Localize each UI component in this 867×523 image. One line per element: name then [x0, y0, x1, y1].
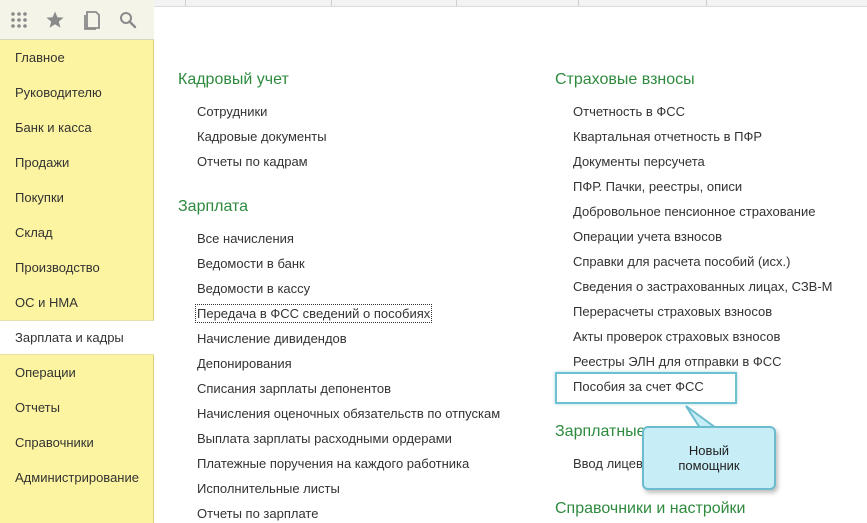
sidebar-item-operations[interactable]: Операции [0, 355, 153, 390]
strip-divider [185, 0, 186, 6]
strip-divider [706, 0, 707, 6]
link-payment-orders[interactable]: Платежные поручения на каждого работника [197, 456, 469, 471]
link-writs[interactable]: Исполнительные листы [197, 481, 340, 496]
sidebar-item-reports[interactable]: Отчеты [0, 390, 153, 425]
tab-strip [154, 0, 867, 7]
link-bank-statements[interactable]: Ведомости в банк [197, 256, 305, 271]
callout-line1: Новый [688, 443, 730, 458]
highlight-frame [555, 372, 737, 404]
link-dividends[interactable]: Начисление дивидендов [197, 331, 347, 346]
section-title-salary: Зарплата [178, 198, 249, 215]
new-assistant-callout: Новый помощник [642, 426, 776, 490]
link-vacation-liabilities[interactable]: Начисления оценочных обязательств по отп… [197, 406, 500, 421]
link-szv-m[interactable]: Сведения о застрахованных лицах, СЗВ-М [573, 279, 833, 294]
strip-divider [456, 0, 457, 6]
link-personal-accounts[interactable]: Ввод лицев [573, 456, 643, 471]
star-icon[interactable] [45, 10, 65, 30]
sidebar-item-bank[interactable]: Банк и касса [0, 110, 153, 145]
sidebar-item-sales[interactable]: Продажи [0, 145, 153, 180]
link-cash-statements[interactable]: Ведомости в кассу [197, 281, 310, 296]
link-benefit-certificates[interactable]: Справки для расчета пособий (исх.) [573, 254, 790, 269]
link-personal-docs[interactable]: Документы персучета [573, 154, 705, 169]
strip-divider [331, 0, 332, 6]
sidebar-item-main[interactable]: Главное [0, 40, 153, 75]
section-title-hr: Кадровый учет [178, 71, 289, 88]
link-contribution-ops[interactable]: Операции учета взносов [573, 229, 722, 244]
sidebar: Главное Руководителю Банк и касса Продаж… [0, 40, 154, 523]
sidebar-item-directories[interactable]: Справочники [0, 425, 153, 460]
link-fss-reporting[interactable]: Отчетность в ФСС [573, 104, 685, 119]
sidebar-item-production[interactable]: Производство [0, 250, 153, 285]
sidebar-item-fixed-assets[interactable]: ОС и НМА [0, 285, 153, 320]
sidebar-item-admin[interactable]: Администрирование [0, 460, 153, 495]
section-title-settings: Справочники и настройки [555, 500, 746, 517]
link-pfr-quarterly[interactable]: Квартальная отчетность в ПФР [573, 129, 762, 144]
link-recalculations[interactable]: Перерасчеты страховых взносов [573, 304, 772, 319]
link-hr-documents[interactable]: Кадровые документы [197, 129, 327, 144]
link-all-accruals[interactable]: Все начисления [197, 231, 294, 246]
link-eln-registers[interactable]: Реестры ЭЛН для отправки в ФСС [573, 354, 782, 369]
strip-divider [578, 0, 579, 6]
link-pfr-packs[interactable]: ПФР. Пачки, реестры, описи [573, 179, 742, 194]
section-title-salary-projects: Зарплатные [555, 423, 646, 440]
section-title-insurance: Страховые взносы [555, 71, 695, 88]
link-salary-reports[interactable]: Отчеты по зарплате [197, 506, 318, 521]
link-deposits[interactable]: Депонирования [197, 356, 292, 371]
link-hr-reports[interactable]: Отчеты по кадрам [197, 154, 308, 169]
sidebar-item-salary[interactable]: Зарплата и кадры [0, 320, 154, 355]
history-icon[interactable] [82, 10, 102, 30]
sidebar-item-purchases[interactable]: Покупки [0, 180, 153, 215]
search-icon[interactable] [118, 10, 138, 30]
apps-grid-icon[interactable] [9, 10, 29, 30]
link-fss-benefits[interactable]: Передача в ФСС сведений о пособиях [194, 304, 433, 323]
sidebar-item-warehouse[interactable]: Склад [0, 215, 153, 250]
link-deposit-writeoffs[interactable]: Списания зарплаты депонентов [197, 381, 391, 396]
link-voluntary-pension[interactable]: Добровольное пенсионное страхование [573, 204, 815, 219]
sidebar-item-manager[interactable]: Руководителю [0, 75, 153, 110]
link-audit-acts[interactable]: Акты проверок страховых взносов [573, 329, 780, 344]
callout-line2: помощник [678, 458, 740, 473]
link-employees[interactable]: Сотрудники [197, 104, 267, 119]
link-cash-orders[interactable]: Выплата зарплаты расходными ордерами [197, 431, 452, 446]
top-toolbar [0, 0, 154, 40]
